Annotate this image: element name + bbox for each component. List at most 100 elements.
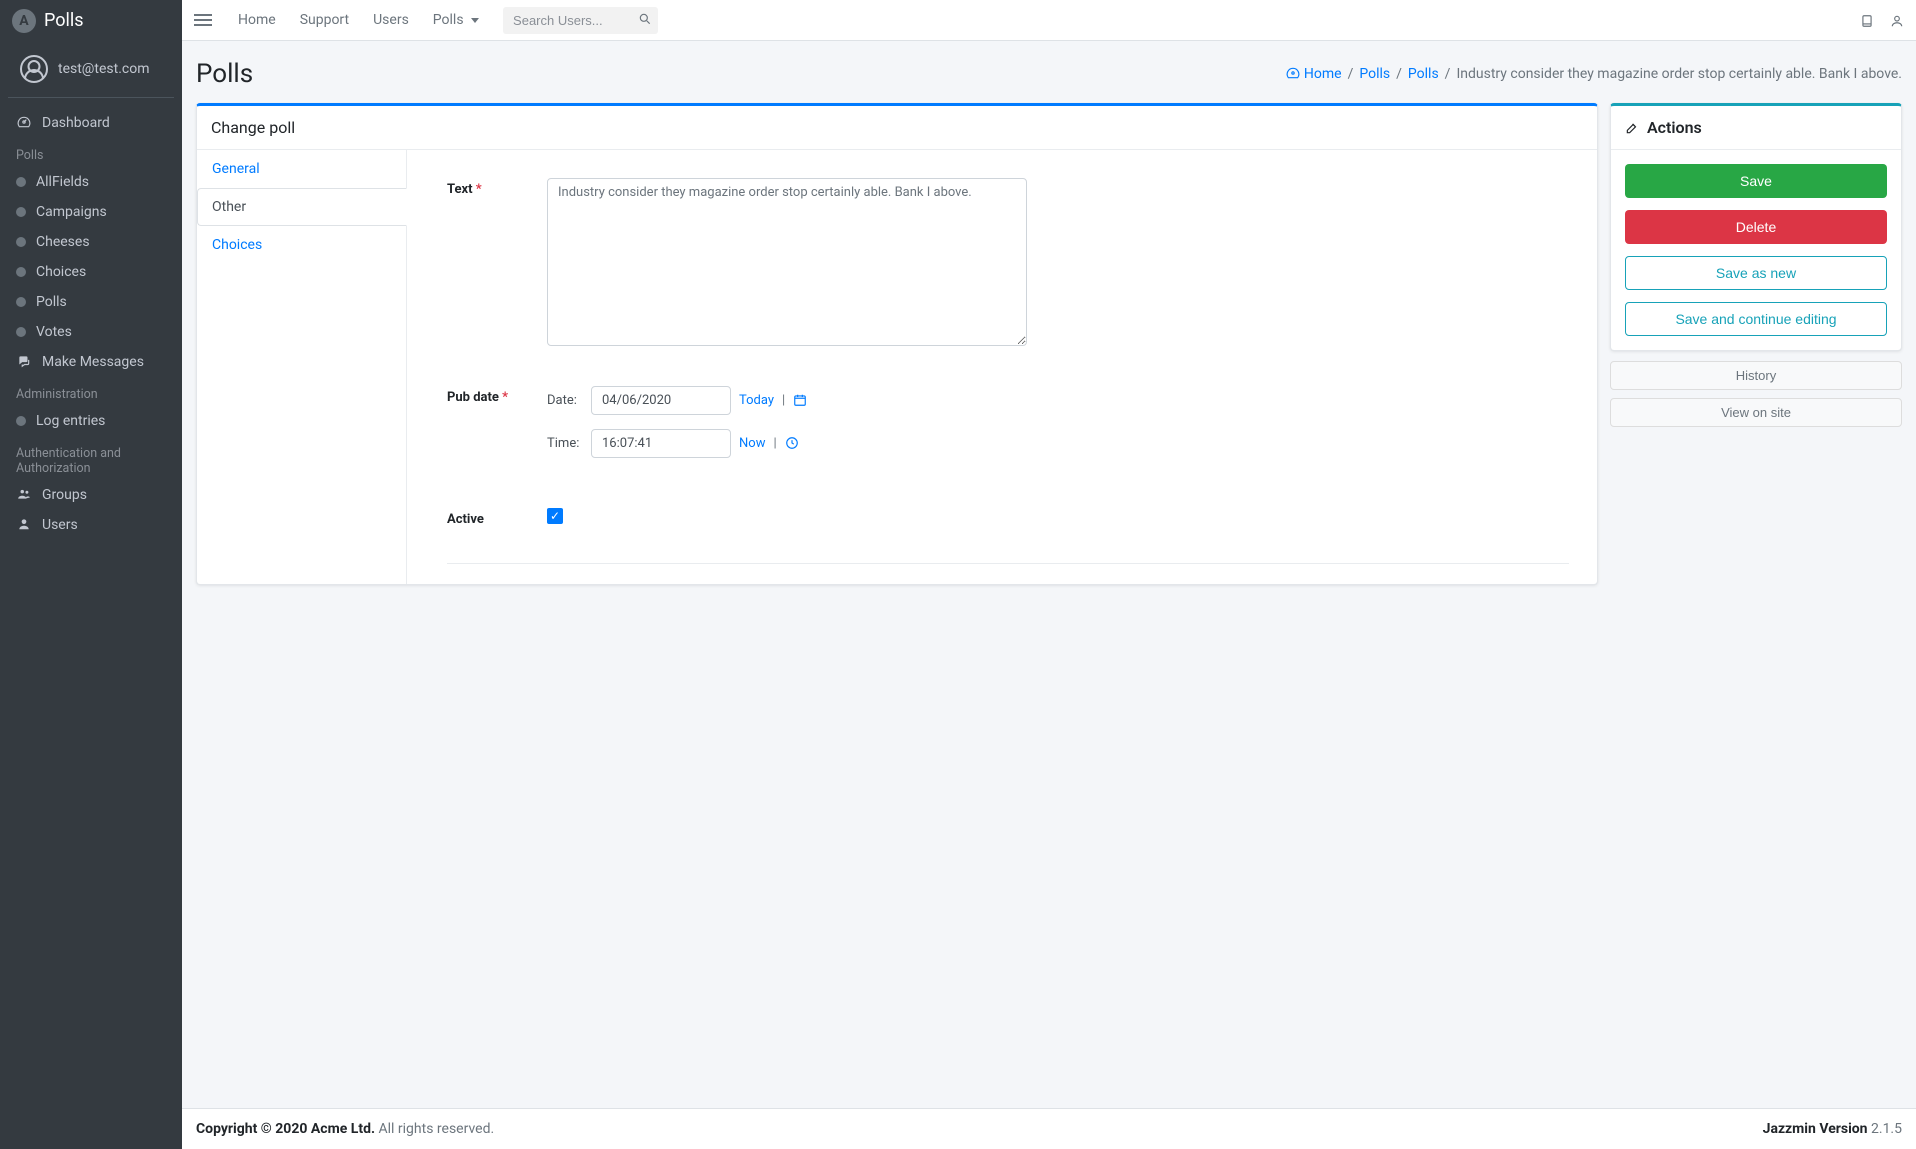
sidebar-item-groups[interactable]: Groups xyxy=(8,480,174,510)
brand-name: Polls xyxy=(44,10,84,31)
sidebar-header-administration: Administration xyxy=(8,377,174,406)
tab-general[interactable]: General xyxy=(197,150,406,188)
book-icon[interactable] xyxy=(1860,11,1874,30)
form-tabs: General Other Choices xyxy=(197,150,407,584)
field-pubdate-label-text: Pub date xyxy=(447,390,499,405)
breadcrumb-polls-1[interactable]: Polls xyxy=(1359,66,1390,82)
sidebar-item-allfields[interactable]: AllFields xyxy=(8,167,174,197)
user-panel[interactable]: test@test.com xyxy=(8,41,174,98)
field-text-label: Text * xyxy=(447,178,547,197)
dot-icon xyxy=(16,327,26,337)
content: Polls Home / Polls / Polls / Industry co… xyxy=(182,41,1916,1108)
sidebar-header-auth: Authentication and Authorization xyxy=(8,436,174,480)
field-text-label-text: Text xyxy=(447,182,473,197)
topnav-users[interactable]: Users xyxy=(363,6,419,34)
topnav-support[interactable]: Support xyxy=(290,6,359,34)
field-active: Active ✓ xyxy=(447,508,1569,527)
breadcrumb-separator: / xyxy=(1348,66,1354,82)
user-icon xyxy=(16,517,32,533)
dot-icon xyxy=(16,237,26,247)
breadcrumb-polls-2[interactable]: Polls xyxy=(1408,66,1439,82)
dot-icon xyxy=(16,297,26,307)
topbar: Home Support Users Polls xyxy=(182,0,1916,41)
topnav-home[interactable]: Home xyxy=(228,6,286,34)
dashboard-icon xyxy=(1286,66,1300,80)
top-links: Home Support Users Polls xyxy=(228,6,489,34)
brand-logo-icon: A xyxy=(12,9,36,33)
time-input[interactable] xyxy=(591,429,731,458)
sidebar-item-log-entries[interactable]: Log entries xyxy=(8,406,174,436)
breadcrumb-current: Industry consider they magazine order st… xyxy=(1456,66,1902,82)
time-line: Time: Now | xyxy=(547,429,1569,458)
field-text: Text * Industry consider they magazine o… xyxy=(447,178,1569,350)
edit-icon xyxy=(1625,118,1639,137)
comments-icon xyxy=(16,354,32,370)
page-title: Polls xyxy=(196,59,253,89)
sidebar-item-label: AllFields xyxy=(36,174,89,190)
dot-icon xyxy=(16,177,26,187)
delete-button[interactable]: Delete xyxy=(1625,210,1887,244)
save-as-new-button[interactable]: Save as new xyxy=(1625,256,1887,290)
sidebar-toggle-icon[interactable] xyxy=(194,11,212,29)
footer-version-label: Jazzmin Version xyxy=(1763,1121,1868,1137)
sidebar-item-users[interactable]: Users xyxy=(8,510,174,540)
content-header: Polls Home / Polls / Polls / Industry co… xyxy=(196,55,1902,103)
sidebar-item-label: Dashboard xyxy=(42,115,110,131)
text-textarea[interactable]: Industry consider they magazine order st… xyxy=(547,178,1027,346)
sidebar-item-label: Choices xyxy=(36,264,86,280)
sidebar-item-label: Log entries xyxy=(36,413,105,429)
dot-icon xyxy=(16,207,26,217)
required-marker: * xyxy=(502,390,508,405)
sidebar-item-label: Campaigns xyxy=(36,204,107,220)
breadcrumb-home[interactable]: Home xyxy=(1286,66,1341,82)
sidebar-item-label: Make Messages xyxy=(42,354,144,370)
footer: Copyright © 2020 Acme Ltd. All rights re… xyxy=(182,1108,1916,1149)
change-poll-card: Change poll General Other Choices xyxy=(196,103,1598,585)
sidebar-header-polls: Polls xyxy=(8,138,174,167)
footer-left: Copyright © 2020 Acme Ltd. All rights re… xyxy=(196,1121,494,1137)
actions-title-text: Actions xyxy=(1647,118,1702,137)
pipe-separator: | xyxy=(773,436,776,451)
clock-icon[interactable] xyxy=(785,436,799,452)
save-button[interactable]: Save xyxy=(1625,164,1887,198)
actions-card: Actions Save Delete Save as new Save and… xyxy=(1610,103,1902,351)
pipe-separator: | xyxy=(782,393,785,408)
sidebar-item-cheeses[interactable]: Cheeses xyxy=(8,227,174,257)
now-link[interactable]: Now xyxy=(739,436,765,451)
brand[interactable]: A Polls xyxy=(0,0,182,41)
sidebar-item-polls[interactable]: Polls xyxy=(8,287,174,317)
breadcrumb-separator: / xyxy=(1445,66,1451,82)
history-button[interactable]: History xyxy=(1610,361,1902,390)
user-email: test@test.com xyxy=(58,61,149,77)
footer-right: Jazzmin Version 2.1.5 xyxy=(1763,1121,1902,1137)
date-input[interactable] xyxy=(591,386,731,415)
search-icon[interactable] xyxy=(638,12,652,28)
calendar-icon[interactable] xyxy=(793,393,807,409)
breadcrumb-separator: / xyxy=(1396,66,1402,82)
save-continue-button[interactable]: Save and continue editing xyxy=(1625,302,1887,336)
date-line: Date: Today | xyxy=(547,386,1569,415)
breadcrumb-home-label: Home xyxy=(1304,66,1342,82)
topnav-polls-dropdown[interactable]: Polls xyxy=(423,6,489,34)
sidebar-nav: Dashboard Polls AllFields Campaigns Chee… xyxy=(0,104,182,544)
sidebar-item-votes[interactable]: Votes xyxy=(8,317,174,347)
dot-icon xyxy=(16,267,26,277)
account-icon[interactable] xyxy=(1890,11,1904,30)
sidebar-item-campaigns[interactable]: Campaigns xyxy=(8,197,174,227)
active-checkbox[interactable]: ✓ xyxy=(547,508,563,524)
sidebar-item-make-messages[interactable]: Make Messages xyxy=(8,347,174,377)
caret-down-icon xyxy=(471,18,479,23)
view-on-site-button[interactable]: View on site xyxy=(1610,398,1902,427)
sidebar-item-dashboard[interactable]: Dashboard xyxy=(8,108,174,138)
footer-copyright-rest: All rights reserved. xyxy=(375,1121,494,1137)
topnav-polls-label: Polls xyxy=(433,12,464,28)
tab-choices[interactable]: Choices xyxy=(197,226,406,264)
sidebar-item-choices[interactable]: Choices xyxy=(8,257,174,287)
card-title: Change poll xyxy=(197,106,1597,150)
tab-other[interactable]: Other xyxy=(197,188,407,226)
today-link[interactable]: Today xyxy=(739,393,774,408)
breadcrumb: Home / Polls / Polls / Industry consider… xyxy=(1286,66,1902,82)
search-wrap xyxy=(503,7,658,34)
users-icon xyxy=(16,487,32,503)
search-input[interactable] xyxy=(503,7,658,34)
